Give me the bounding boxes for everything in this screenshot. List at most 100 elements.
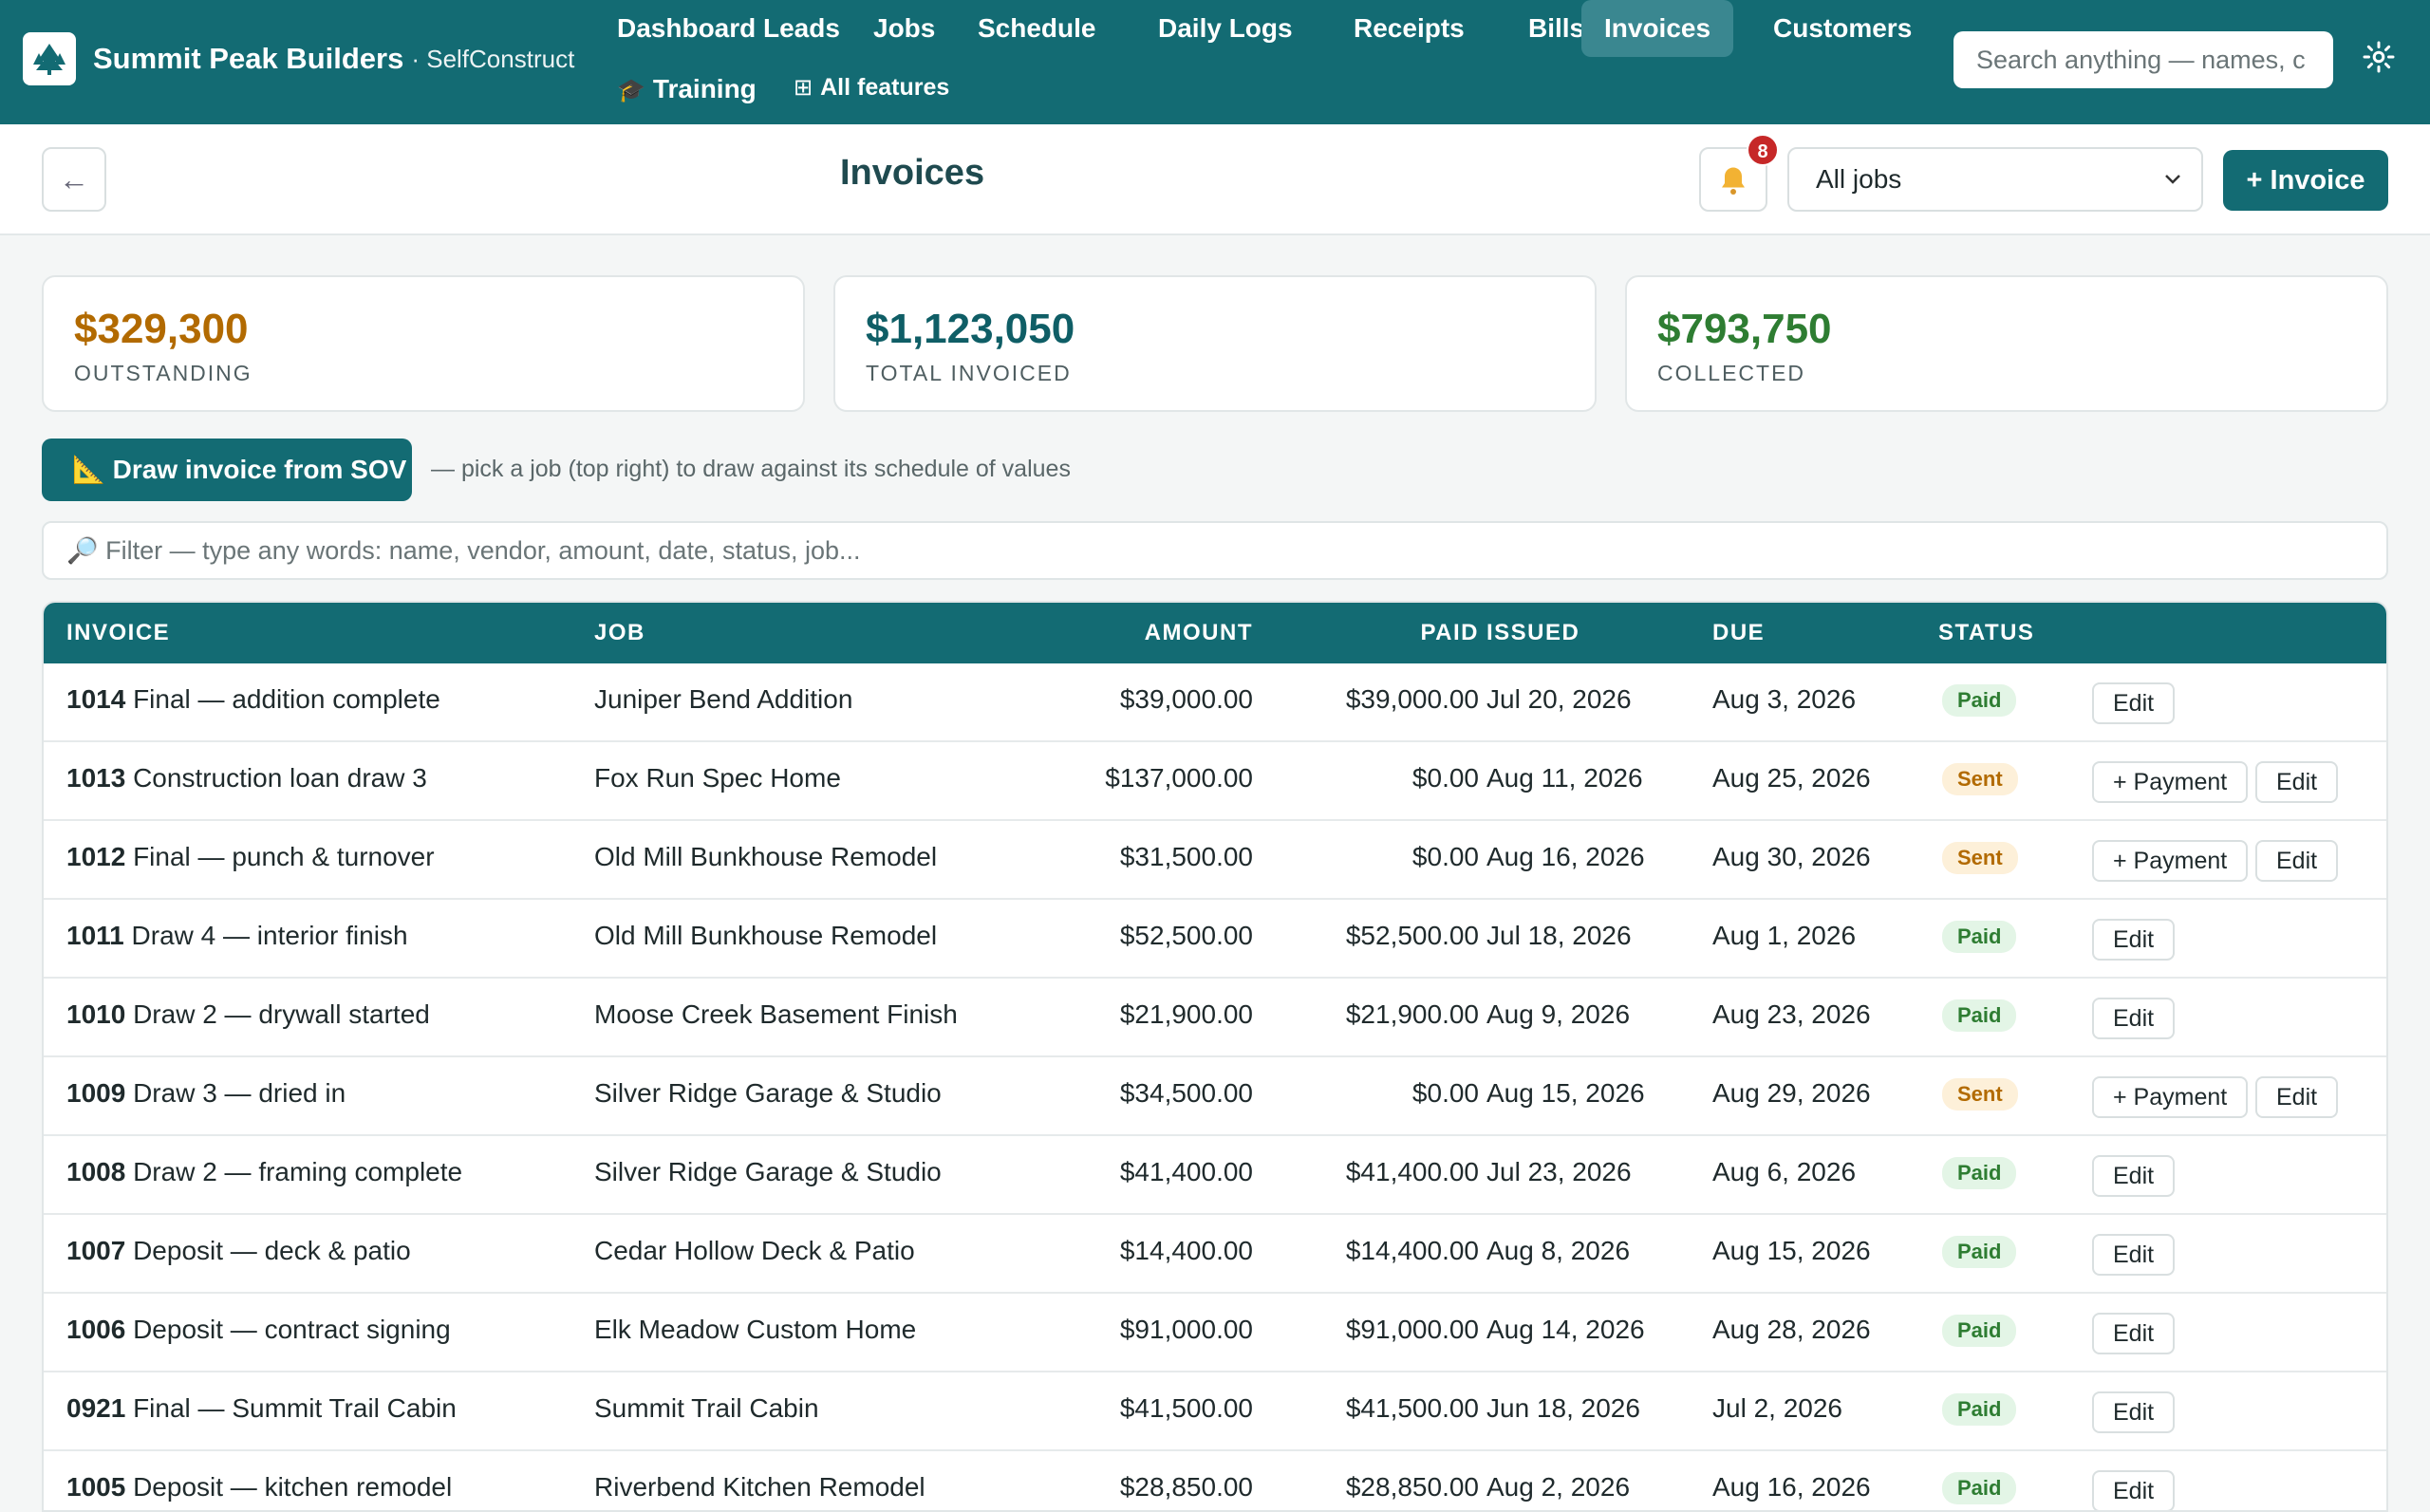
sov-hint: — pick a job (top right) to draw against… — [431, 456, 1071, 482]
table-row[interactable]: 1013 Construction loan draw 3 Fox Run Spe… — [44, 742, 2386, 821]
edit-button[interactable]: Edit — [2092, 998, 2176, 1039]
table-row[interactable]: 1008 Draw 2 — framing complete Silver Rid… — [44, 1136, 2386, 1215]
edit-button[interactable]: Edit — [2092, 1155, 2176, 1197]
brand[interactable]: Summit Peak Builders · SelfConstruct — [23, 32, 574, 85]
edit-button[interactable]: Edit — [2092, 1313, 2176, 1354]
job-cell: Old Mill Bunkhouse Remodel — [594, 921, 938, 950]
table-row[interactable]: 0921 Final — Summit Trail Cabin Summit Tr… — [44, 1372, 2386, 1451]
back-button[interactable]: ← — [42, 147, 106, 212]
invoice-cell[interactable]: 1012 Final — punch & turnover — [66, 842, 435, 872]
edit-button[interactable]: Edit — [2092, 919, 2176, 961]
invoice-number: 1010 — [66, 999, 126, 1029]
add-payment-button[interactable]: + Payment — [2092, 1076, 2249, 1118]
table-row[interactable]: 1011 Draw 4 — interior finish Old Mill Bu… — [44, 900, 2386, 979]
amount-cell: $28,850.00 — [1119, 1472, 1253, 1502]
graduation-cap-icon: 🎓 — [617, 78, 645, 103]
amount-cell: $137,000.00 — [1105, 763, 1253, 793]
edit-button[interactable]: Edit — [2092, 682, 2176, 724]
column-job[interactable]: JOB — [594, 620, 645, 646]
status-badge: Paid — [1942, 921, 2017, 953]
nav-training[interactable]: 🎓 Training — [594, 61, 779, 118]
invoice-cell[interactable]: 1005 Deposit — kitchen remodel — [66, 1472, 452, 1503]
edit-button[interactable]: Edit — [2092, 1391, 2176, 1433]
issued-cell: Aug 2, 2026 — [1486, 1472, 1631, 1502]
status-badge: Paid — [1942, 684, 2017, 717]
table-row[interactable]: 1005 Deposit — kitchen remodel Riverbend … — [44, 1451, 2386, 1510]
issued-cell: Aug 15, 2026 — [1486, 1078, 1645, 1108]
table-row[interactable]: 1010 Draw 2 — drywall started Moose Creek… — [44, 979, 2386, 1057]
table-row[interactable]: 1006 Deposit — contract signing Elk Meado… — [44, 1294, 2386, 1372]
invoice-cell[interactable]: 1011 Draw 4 — interior finish — [66, 921, 408, 951]
amount-cell: $41,400.00 — [1119, 1157, 1253, 1186]
column-paid[interactable]: PAID — [1336, 620, 1479, 646]
due-cell: Jul 2, 2026 — [1712, 1393, 1842, 1423]
invoice-description: Final — punch & turnover — [133, 842, 435, 871]
paid-cell: $0.00 — [1411, 842, 1479, 871]
edit-button[interactable]: Edit — [2255, 1076, 2339, 1118]
nav-all-features[interactable]: ⊞ All features — [771, 59, 972, 116]
column-invoice[interactable]: INVOICE — [66, 620, 170, 646]
column-status[interactable]: STATUS — [1938, 620, 2034, 646]
edit-button[interactable]: Edit — [2092, 1234, 2176, 1276]
notification-count-badge: 8 — [1747, 134, 1779, 166]
due-cell: Aug 28, 2026 — [1712, 1315, 1871, 1344]
amount-cell: $91,000.00 — [1119, 1315, 1253, 1344]
column-issued[interactable]: ISSUED — [1486, 620, 1580, 646]
new-invoice-button[interactable]: + Invoice — [2223, 150, 2388, 211]
filter-placeholder: Filter — type any words: name, vendor, a… — [105, 536, 861, 565]
issued-cell: Jul 23, 2026 — [1486, 1157, 1632, 1186]
paid-cell: $0.00 — [1411, 1078, 1479, 1108]
due-cell: Aug 23, 2026 — [1712, 999, 1871, 1029]
nav-leads[interactable]: Leads — [740, 0, 863, 57]
column-due[interactable]: DUE — [1712, 620, 1765, 646]
bell-icon — [1722, 167, 1745, 195]
paid-cell: $91,000.00 — [1345, 1315, 1479, 1344]
nav-schedule[interactable]: Schedule — [955, 0, 1118, 57]
invoice-description: Draw 2 — framing complete — [133, 1157, 463, 1186]
paid-cell: $28,850.00 — [1345, 1472, 1479, 1502]
due-cell: Aug 1, 2026 — [1712, 921, 1857, 950]
nav-daily-logs[interactable]: Daily Logs — [1135, 0, 1316, 57]
table-row[interactable]: 1007 Deposit — deck & patio Cedar Hollow … — [44, 1215, 2386, 1294]
column-amount[interactable]: AMOUNT — [1111, 620, 1253, 646]
issued-cell: Jul 20, 2026 — [1486, 684, 1632, 714]
table-row[interactable]: 1012 Final — punch & turnover Old Mill Bu… — [44, 821, 2386, 900]
triangle-ruler-icon: 📐 — [72, 455, 105, 484]
paid-cell: $41,400.00 — [1345, 1157, 1479, 1186]
issued-cell: Aug 11, 2026 — [1486, 763, 1643, 793]
gear-icon[interactable] — [2362, 40, 2396, 74]
add-payment-button[interactable]: + Payment — [2092, 761, 2249, 803]
brand-subtitle: · SelfConstruct — [411, 44, 575, 73]
invoice-cell[interactable]: 1007 Deposit — deck & patio — [66, 1236, 411, 1266]
paid-cell: $41,500.00 — [1345, 1393, 1479, 1423]
nav-invoices[interactable]: Invoices — [1581, 0, 1734, 57]
invoice-number: 1009 — [66, 1078, 126, 1108]
invoice-cell[interactable]: 1013 Construction loan draw 3 — [66, 763, 427, 793]
nav-receipts[interactable]: Receipts — [1331, 0, 1487, 57]
draw-from-sov-button[interactable]: 📐 Draw invoice from SOV — [42, 439, 412, 501]
add-payment-button[interactable]: + Payment — [2092, 840, 2249, 882]
status-badge: Sent — [1942, 842, 2018, 874]
nav-customers[interactable]: Customers — [1750, 0, 1935, 57]
invoice-description: Draw 3 — dried in — [133, 1078, 346, 1108]
invoice-cell[interactable]: 1006 Deposit — contract signing — [66, 1315, 451, 1345]
nav-jobs[interactable]: Jobs — [850, 0, 958, 57]
table-row[interactable]: 1009 Draw 3 — dried in Silver Ridge Garag… — [44, 1057, 2386, 1136]
invoice-cell[interactable]: 1009 Draw 3 — dried in — [66, 1078, 346, 1109]
invoice-cell[interactable]: 1008 Draw 2 — framing complete — [66, 1157, 462, 1187]
global-search-input[interactable] — [1953, 31, 2333, 88]
invoice-cell[interactable]: 1010 Draw 2 — drywall started — [66, 999, 430, 1030]
invoice-cell[interactable]: 1014 Final — addition complete — [66, 684, 440, 715]
edit-button[interactable]: Edit — [2092, 1470, 2176, 1510]
edit-button[interactable]: Edit — [2255, 840, 2339, 882]
invoice-number: 1013 — [66, 763, 126, 793]
edit-button[interactable]: Edit — [2255, 761, 2339, 803]
invoice-cell[interactable]: 0921 Final — Summit Trail Cabin — [66, 1393, 457, 1424]
outstanding-label: OUTSTANDING — [74, 361, 252, 385]
issued-cell: Jun 18, 2026 — [1486, 1393, 1640, 1423]
table-row[interactable]: 1014 Final — addition complete Juniper Be… — [44, 663, 2386, 742]
brand-name: Summit Peak Builders — [93, 42, 404, 75]
table-filter-input[interactable]: 🔎 Filter — type any words: name, vendor,… — [42, 521, 2388, 580]
due-cell: Aug 6, 2026 — [1712, 1157, 1857, 1186]
job-filter-select[interactable]: All jobs — [1787, 147, 2203, 212]
